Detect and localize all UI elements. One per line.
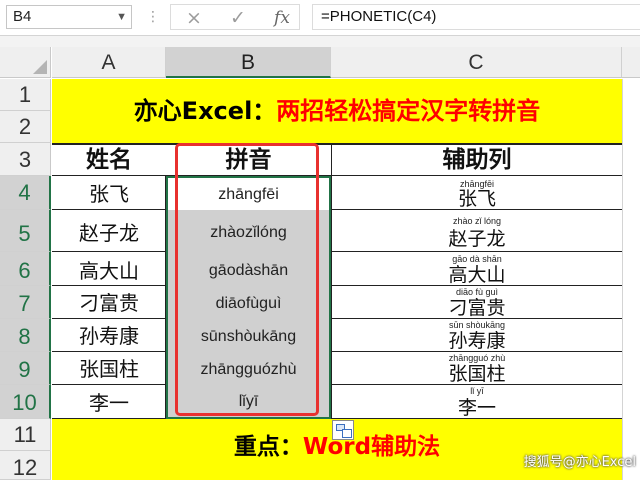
title-band: 亦心Excel：两招轻松搞定汉字转拼音 (52, 79, 622, 143)
column-header-b[interactable]: B (166, 47, 331, 78)
quick-analysis-icon[interactable] (332, 420, 354, 440)
row-header-12[interactable]: 12 (0, 451, 51, 480)
row-header-7[interactable]: 7 (0, 286, 51, 319)
ruby-text: zhào zǐ lóng (452, 216, 502, 226)
sheet-title: 亦心Excel：两招轻松搞定汉字转拼音 (52, 79, 622, 143)
name-cell[interactable]: 张国柱 (52, 352, 166, 385)
watermark: 搜狐号@亦心Excel (523, 455, 636, 470)
helper-cell[interactable]: lǐ yī 李一 (332, 385, 622, 419)
column-header-c[interactable]: C (331, 47, 622, 78)
highlight-box (175, 143, 319, 416)
row-header-10[interactable]: 10 (0, 385, 51, 419)
footer-prefix: 重点： (233, 434, 303, 460)
helper-text: 刁富贵 (448, 297, 506, 319)
helper-cell[interactable]: gāo dà shān 高大山 (332, 252, 622, 286)
row-header-9[interactable]: 9 (0, 352, 51, 385)
row-header-5[interactable]: 5 (0, 210, 51, 252)
helper-cell[interactable]: sūn shòukāng 孙寿康 (332, 319, 622, 352)
select-all-corner[interactable] (0, 47, 51, 78)
helper-text: 李一 (457, 397, 496, 419)
helper-cell[interactable]: zhāngfēi 张飞 (332, 176, 622, 210)
title-prefix: 亦心Excel： (133, 97, 277, 125)
header-helper[interactable]: 辅助列 (331, 143, 622, 176)
name-cell[interactable]: 张飞 (52, 176, 166, 210)
title-main: 两招轻松搞定汉字转拼音 (276, 97, 541, 125)
helper-text: 张国柱 (448, 363, 506, 385)
chevron-down-icon[interactable]: ▼ (116, 6, 127, 28)
helper-text: 赵子龙 (448, 228, 506, 250)
header-name[interactable]: 姓名 (52, 143, 166, 176)
name-cell[interactable]: 孙寿康 (52, 319, 166, 352)
row-header-2[interactable]: 2 (0, 111, 51, 143)
helper-cell[interactable]: diāo fù guì 刁富贵 (332, 286, 622, 319)
ruby-text: gāo dà shān (452, 254, 502, 264)
row-header-3[interactable]: 3 (0, 143, 51, 176)
formula-input[interactable]: =PHONETIC(C4) (312, 4, 640, 30)
footer-main: Word辅助法 (302, 434, 441, 460)
insert-function-icon[interactable]: fx (267, 5, 297, 31)
helper-cell[interactable]: zhào zǐ lóng 赵子龙 (332, 210, 622, 252)
row-header-4[interactable]: 4 (0, 176, 51, 210)
name-cell[interactable]: 李一 (52, 385, 166, 419)
helper-text: 孙寿康 (448, 330, 506, 352)
helper-text: 高大山 (448, 264, 506, 286)
helper-text: 张飞 (457, 188, 496, 210)
ribbon-gap (0, 36, 640, 47)
column-header-d[interactable] (622, 47, 640, 78)
drag-handle-icon[interactable]: ⋮ (146, 10, 161, 24)
row-header-11[interactable]: 11 (0, 419, 51, 451)
ruby-text: lǐ yī (470, 386, 484, 396)
ruby-text: diāo fù guì (455, 287, 499, 297)
name-cell[interactable]: 刁富贵 (52, 286, 166, 319)
name-box[interactable]: B4 ▼ (6, 5, 132, 29)
row-header-6[interactable]: 6 (0, 252, 51, 286)
formula-buttons: × ✓ fx (170, 4, 300, 30)
column-d-cells (622, 79, 640, 480)
ruby-text: sūn shòukāng (448, 320, 506, 330)
ruby-text: zhāngguó zhù (448, 353, 506, 363)
helper-cell[interactable]: zhāngguó zhù 张国柱 (332, 352, 622, 385)
enter-icon[interactable]: ✓ (223, 5, 253, 31)
name-cell[interactable]: 赵子龙 (52, 210, 166, 252)
cancel-icon[interactable]: × (179, 5, 209, 31)
name-cell[interactable]: 高大山 (52, 252, 166, 286)
name-box-value: B4 (13, 8, 32, 25)
column-header-a[interactable]: A (52, 47, 166, 78)
row-header-8[interactable]: 8 (0, 319, 51, 352)
row-header-1[interactable]: 1 (0, 79, 51, 111)
